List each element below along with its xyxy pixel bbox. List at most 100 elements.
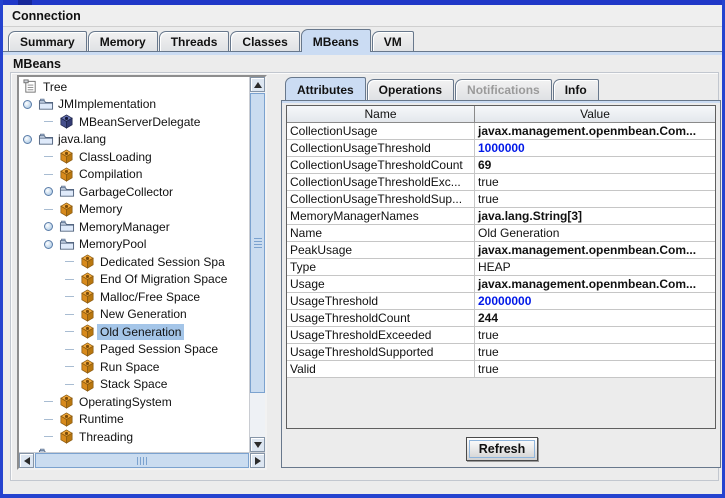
- attribute-row[interactable]: MemoryManagerNames java.lang.String[3]: [287, 208, 715, 225]
- attribute-value[interactable]: 1000000: [475, 140, 715, 156]
- tree-expand-handle-icon[interactable]: [44, 239, 59, 249]
- tree-node[interactable]: java.lang: [19, 131, 249, 149]
- main-tab[interactable]: Summary: [8, 31, 87, 52]
- tree-expand-handle-icon[interactable]: [23, 134, 38, 144]
- main-tab-label: Threads: [170, 35, 218, 49]
- detail-tab[interactable]: Attributes: [285, 77, 366, 100]
- tree-node[interactable]: MemoryPool: [19, 236, 249, 254]
- tree-node[interactable]: Old Generation: [19, 323, 249, 341]
- tree-node[interactable]: Run Space: [19, 358, 249, 376]
- attribute-value[interactable]: 244: [475, 310, 715, 326]
- attributes-table-header: Name Value: [287, 106, 715, 123]
- attribute-row[interactable]: Type HEAP: [287, 259, 715, 276]
- attribute-value[interactable]: javax.management.openmbean.Com...: [475, 242, 715, 258]
- attribute-row[interactable]: UsageThreshold 20000000: [287, 293, 715, 310]
- attribute-name: CollectionUsageThreshold: [287, 140, 475, 156]
- tree-node[interactable]: Dedicated Session Spa: [19, 253, 249, 271]
- tree-collapse-handle-icon[interactable]: [44, 187, 59, 197]
- scroll-right-button[interactable]: [250, 453, 265, 468]
- menu-item-connection[interactable]: Connection: [12, 9, 81, 23]
- detail-tabbar: Attributes Operations Notifications Info: [281, 77, 721, 100]
- tree-node[interactable]: ClassLoading: [19, 148, 249, 166]
- detail-tab[interactable]: Info: [552, 79, 599, 100]
- attribute-row[interactable]: PeakUsage javax.management.openmbean.Com…: [287, 242, 715, 259]
- tree-horizontal-scrollbar[interactable]: [19, 452, 265, 468]
- tree-node-label: Runtime: [79, 412, 124, 427]
- tree-connector: [65, 278, 80, 280]
- attribute-value[interactable]: java.lang.String[3]: [475, 208, 715, 224]
- tree-node[interactable]: Stack Space: [19, 376, 249, 394]
- tree-node[interactable]: New Generation: [19, 306, 249, 324]
- column-header-value[interactable]: Value: [475, 106, 715, 122]
- attribute-row[interactable]: Valid true: [287, 361, 715, 378]
- mbean-icon: [80, 359, 97, 374]
- attribute-row[interactable]: CollectionUsage javax.management.openmbe…: [287, 123, 715, 140]
- detail-tab[interactable]: Notifications: [455, 79, 552, 100]
- main-tab[interactable]: VM: [371, 31, 414, 52]
- attribute-value[interactable]: true: [475, 361, 715, 377]
- tree-node[interactable]: MemoryManager: [19, 218, 249, 236]
- scroll-down-button[interactable]: [250, 437, 265, 452]
- attribute-row[interactable]: Usage javax.management.openmbean.Com...: [287, 276, 715, 293]
- attribute-name: Valid: [287, 361, 475, 377]
- vertical-scrollbar-track[interactable]: [250, 393, 265, 437]
- tree-node[interactable]: MBeanServerDelegate: [19, 113, 249, 131]
- attribute-value[interactable]: javax.management.openmbean.Com...: [475, 276, 715, 292]
- mbean-server-delegate-icon: [59, 114, 76, 129]
- attribute-row[interactable]: CollectionUsageThresholdSup... true: [287, 191, 715, 208]
- vertical-scrollbar-thumb[interactable]: [250, 93, 265, 393]
- tree-node[interactable]: Tree: [19, 78, 249, 96]
- attribute-value[interactable]: 20000000: [475, 293, 715, 309]
- column-header-name[interactable]: Name: [287, 106, 475, 122]
- tree-connector: [44, 173, 59, 175]
- scroll-up-button[interactable]: [250, 77, 265, 92]
- tree-node-label: Dedicated Session Spa: [100, 254, 225, 269]
- attribute-row[interactable]: UsageThresholdExceeded true: [287, 327, 715, 344]
- tree-node[interactable]: End Of Migration Space: [19, 271, 249, 289]
- attribute-row[interactable]: CollectionUsageThresholdCount 69: [287, 157, 715, 174]
- mbean-tree-panel: Tree JMImplementation MBeanServerDelegat…: [17, 75, 267, 470]
- attribute-name: CollectionUsageThresholdCount: [287, 157, 475, 173]
- tree-connector: [44, 418, 59, 420]
- attribute-name: UsageThresholdExceeded: [287, 327, 475, 343]
- refresh-button[interactable]: Refresh: [465, 437, 539, 461]
- tree-expand-handle-icon[interactable]: [23, 99, 38, 109]
- attribute-row[interactable]: CollectionUsageThresholdExc... true: [287, 174, 715, 191]
- main-tab[interactable]: MBeans: [300, 29, 371, 52]
- attribute-value[interactable]: javax.management.openmbean.Com...: [475, 123, 715, 139]
- scroll-left-button[interactable]: [19, 453, 34, 468]
- tree-node[interactable]: Runtime: [19, 411, 249, 429]
- attribute-value[interactable]: true: [475, 191, 715, 207]
- tree-node-label: Run Space: [100, 359, 160, 374]
- attribute-row[interactable]: UsageThresholdSupported true: [287, 344, 715, 361]
- tree-node-label: Memory: [79, 202, 123, 217]
- mbeans-section-label: MBeans: [13, 57, 61, 71]
- down-arrow-icon: [253, 441, 262, 448]
- tree-node[interactable]: Compilation: [19, 166, 249, 184]
- attribute-value[interactable]: true: [475, 344, 715, 360]
- tree-connector: [44, 156, 59, 158]
- main-tab[interactable]: Memory: [87, 31, 158, 52]
- detail-tab[interactable]: Operations: [366, 79, 455, 100]
- tree-collapse-handle-icon[interactable]: [44, 222, 59, 232]
- attribute-value[interactable]: HEAP: [475, 259, 715, 275]
- tree-node[interactable]: JMImplementation: [19, 96, 249, 114]
- attribute-row[interactable]: Name Old Generation: [287, 225, 715, 242]
- attribute-value[interactable]: Old Generation: [475, 225, 715, 241]
- main-tab[interactable]: Threads: [158, 31, 230, 52]
- tree-node[interactable]: OperatingSystem: [19, 393, 249, 411]
- attribute-value[interactable]: 69: [475, 157, 715, 173]
- tree-node[interactable]: Threading: [19, 428, 249, 446]
- horizontal-scrollbar-thumb[interactable]: [35, 453, 249, 468]
- tree-node[interactable]: GarbageCollector: [19, 183, 249, 201]
- tree-node[interactable]: Memory: [19, 201, 249, 219]
- tree-node-label: Stack Space: [100, 377, 168, 392]
- attribute-value[interactable]: true: [475, 327, 715, 343]
- tree-node[interactable]: Malloc/Free Space: [19, 288, 249, 306]
- attribute-row[interactable]: UsageThresholdCount 244: [287, 310, 715, 327]
- attribute-row[interactable]: CollectionUsageThreshold 1000000: [287, 140, 715, 157]
- attribute-value[interactable]: true: [475, 174, 715, 190]
- tree-node[interactable]: Paged Session Space: [19, 341, 249, 359]
- tree-vertical-scrollbar[interactable]: [249, 77, 265, 452]
- main-tab[interactable]: Classes: [230, 31, 300, 52]
